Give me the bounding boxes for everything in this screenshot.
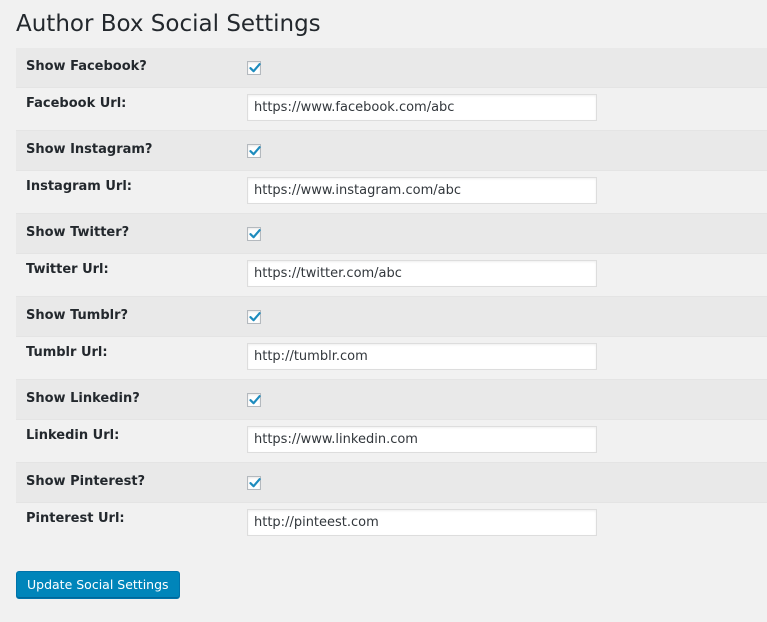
row-twitter-url: Twitter Url: — [16, 254, 767, 297]
tumblr-url-label: Tumblr Url: — [26, 345, 108, 360]
show-tumblr-checkbox[interactable] — [247, 310, 261, 324]
row-show-instagram: Show Instagram? — [16, 131, 767, 171]
checkmark-icon — [249, 63, 261, 73]
show-instagram-label: Show Instagram? — [26, 142, 153, 157]
show-facebook-checkbox[interactable] — [247, 61, 261, 75]
facebook-url-input[interactable] — [247, 94, 597, 121]
instagram-url-label: Instagram Url: — [26, 179, 132, 194]
show-facebook-label: Show Facebook? — [26, 59, 147, 74]
row-show-facebook: Show Facebook? — [16, 48, 767, 88]
facebook-url-label: Facebook Url: — [26, 96, 127, 111]
show-linkedin-checkbox[interactable] — [247, 393, 261, 407]
linkedin-url-input[interactable] — [247, 426, 597, 453]
show-pinterest-checkbox[interactable] — [247, 476, 261, 490]
twitter-url-input[interactable] — [247, 260, 597, 287]
checkmark-icon — [249, 478, 261, 488]
row-instagram-url: Instagram Url: — [16, 171, 767, 214]
twitter-url-label: Twitter Url: — [26, 262, 109, 277]
row-tumblr-url: Tumblr Url: — [16, 337, 767, 380]
row-facebook-url: Facebook Url: — [16, 88, 767, 131]
tumblr-url-input[interactable] — [247, 343, 597, 370]
checkmark-icon — [249, 312, 261, 322]
row-show-twitter: Show Twitter? — [16, 214, 767, 254]
row-linkedin-url: Linkedin Url: — [16, 420, 767, 463]
show-tumblr-label: Show Tumblr? — [26, 308, 129, 323]
checkmark-icon — [249, 146, 261, 156]
show-pinterest-label: Show Pinterest? — [26, 474, 146, 489]
instagram-url-input[interactable] — [247, 177, 597, 204]
row-show-tumblr: Show Tumblr? — [16, 297, 767, 337]
settings-form-table: Show Facebook? Facebook Url: Show Instag… — [16, 48, 767, 546]
pinterest-url-label: Pinterest Url: — [26, 511, 125, 526]
show-instagram-checkbox[interactable] — [247, 144, 261, 158]
page-title: Author Box Social Settings — [16, 11, 321, 37]
linkedin-url-label: Linkedin Url: — [26, 428, 120, 443]
row-show-pinterest: Show Pinterest? — [16, 463, 767, 503]
pinterest-url-input[interactable] — [247, 509, 597, 536]
checkmark-icon — [249, 395, 261, 405]
row-pinterest-url: Pinterest Url: — [16, 503, 767, 546]
row-show-linkedin: Show Linkedin? — [16, 380, 767, 420]
update-social-settings-button[interactable]: Update Social Settings — [16, 571, 180, 599]
checkmark-icon — [249, 229, 261, 239]
show-twitter-checkbox[interactable] — [247, 227, 261, 241]
show-linkedin-label: Show Linkedin? — [26, 391, 140, 406]
show-twitter-label: Show Twitter? — [26, 225, 130, 240]
